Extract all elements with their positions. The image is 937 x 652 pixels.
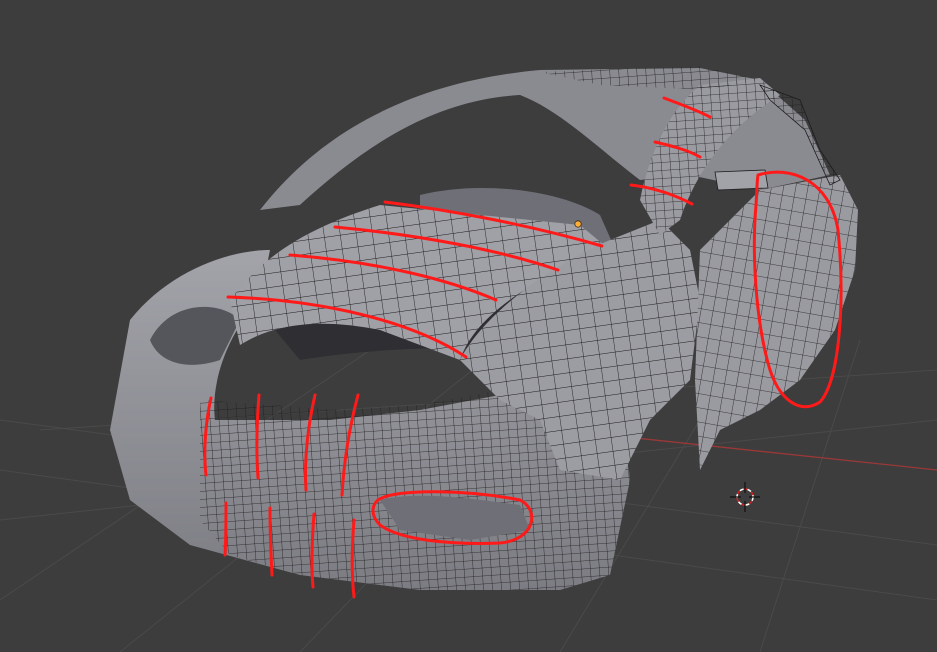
bumper-stroke-5 bbox=[223, 501, 228, 557]
bumper-stroke-8 bbox=[350, 518, 356, 599]
3d-viewport[interactable] bbox=[0, 0, 937, 652]
viewport-canvas[interactable] bbox=[0, 0, 937, 652]
side-door-wire bbox=[695, 175, 858, 470]
car-mesh[interactable] bbox=[110, 66, 858, 590]
3d-cursor-icon[interactable] bbox=[730, 482, 760, 512]
object-origin-icon[interactable] bbox=[574, 220, 582, 228]
